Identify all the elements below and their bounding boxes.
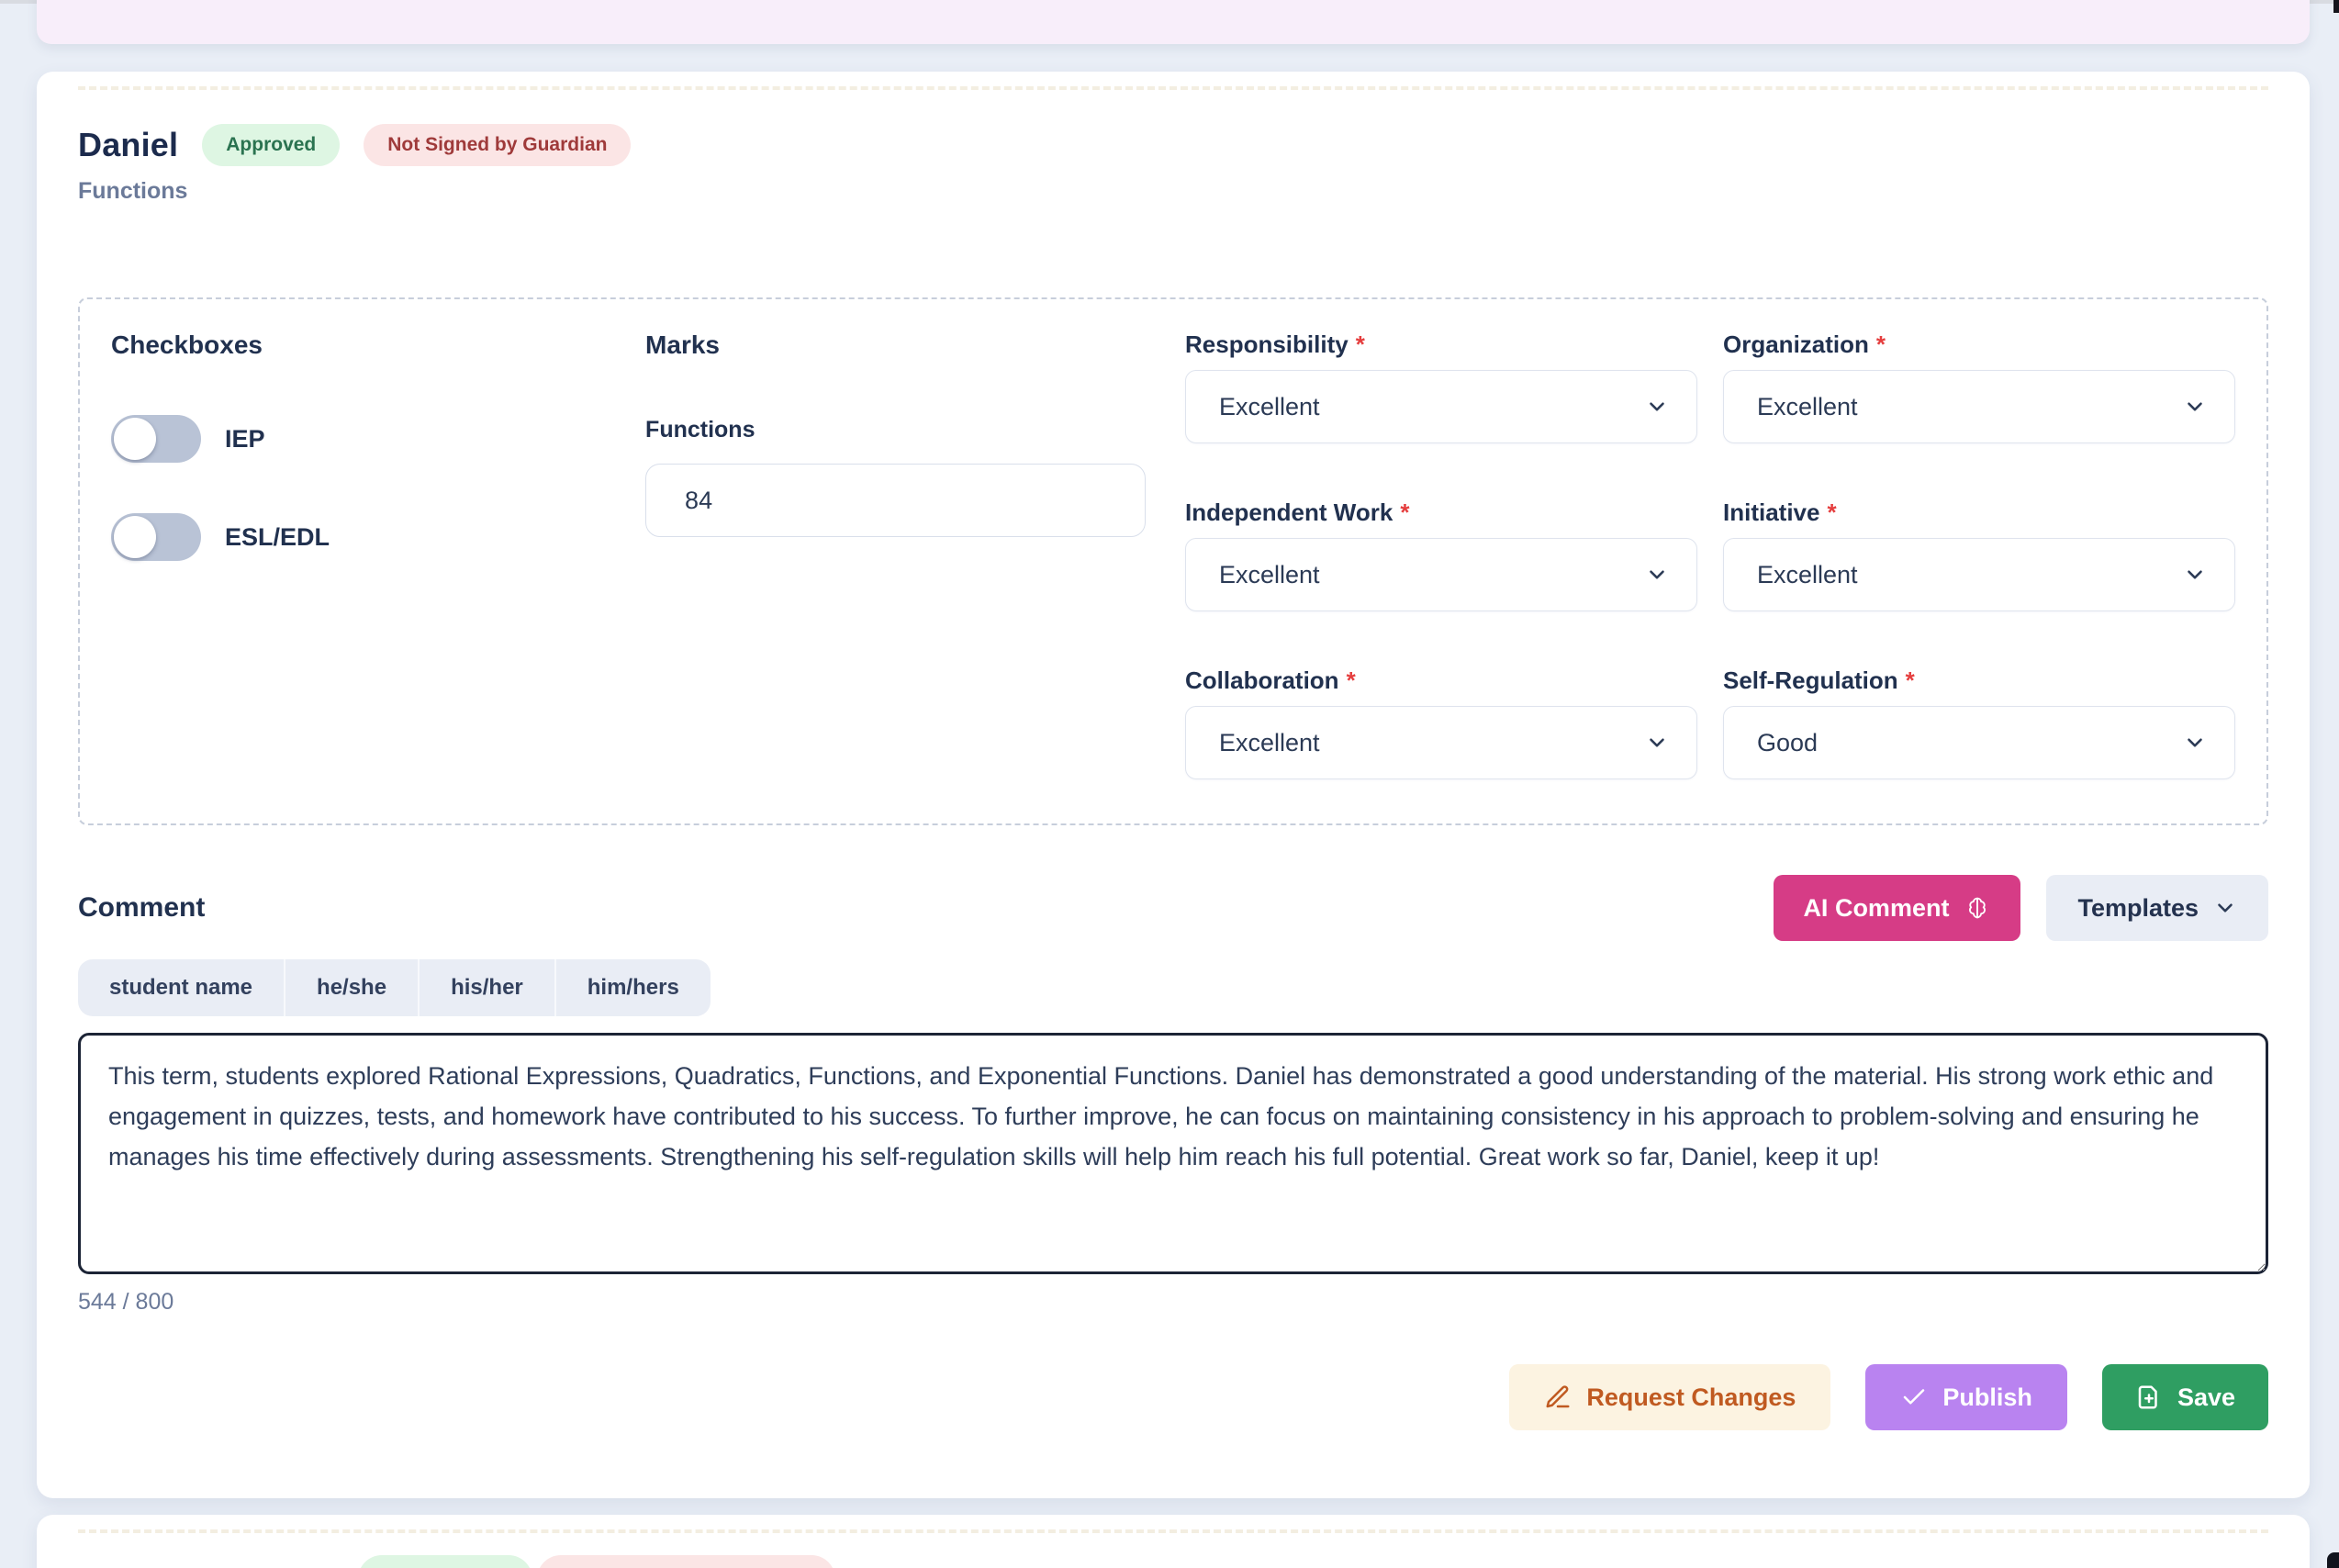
iep-toggle-row: IEP xyxy=(111,415,645,463)
brain-icon xyxy=(1964,894,1991,922)
chevron-down-icon xyxy=(1645,395,1669,419)
independent-work-select[interactable]: Excellent xyxy=(1185,538,1697,611)
iep-toggle-knob xyxy=(114,418,156,460)
mark-field-label: Functions xyxy=(645,417,1185,443)
esl-edl-toggle-knob xyxy=(114,516,156,558)
chevron-down-icon xyxy=(2183,395,2207,419)
rating-independent-work: Independent Work* Excellent xyxy=(1185,498,1697,611)
request-changes-button[interactable]: Request Changes xyxy=(1509,1364,1830,1430)
responsibility-select[interactable]: Excellent xyxy=(1185,370,1697,443)
collaboration-label: Collaboration xyxy=(1185,666,1339,694)
subject-subtitle: Functions xyxy=(78,178,2268,206)
initiative-label: Initiative xyxy=(1723,498,1819,526)
comment-toolbar: Comment AI Comment Templates xyxy=(78,875,2268,941)
previous-card-partial xyxy=(37,0,2310,44)
ai-comment-button-label: AI Comment xyxy=(1803,894,1949,923)
rating-self-regulation: Self-Regulation * Good xyxy=(1723,666,2235,779)
character-counter: 544 / 800 xyxy=(78,1289,2268,1315)
independent-work-label: Independent Work xyxy=(1185,498,1393,526)
self-regulation-select-value: Good xyxy=(1757,729,1818,757)
self-regulation-label: Self-Regulation xyxy=(1723,666,1898,694)
ratings-grid: Responsibility* Excellent Organization* … xyxy=(1185,330,2235,823)
required-asterisk: * xyxy=(1827,498,1836,526)
rating-responsibility: Responsibility* Excellent xyxy=(1185,330,1697,443)
pencil-icon xyxy=(1544,1383,1572,1411)
screen-corner-artifact xyxy=(2333,0,2339,13)
templates-button[interactable]: Templates xyxy=(2046,875,2268,941)
required-asterisk: * xyxy=(1876,330,1886,358)
templates-button-label: Templates xyxy=(2077,894,2199,923)
save-label: Save xyxy=(2177,1383,2235,1412)
rating-organization: Organization* Excellent xyxy=(1723,330,2235,443)
rating-initiative: Initiative * Excellent xyxy=(1723,498,2235,611)
screen-corner-artifact xyxy=(2327,1552,2339,1568)
chevron-down-icon xyxy=(2213,896,2237,920)
grades-fieldset: Checkboxes IEP ESL/EDL Marks Functions R… xyxy=(78,297,2268,825)
comment-buttons: AI Comment Templates xyxy=(1774,875,2268,941)
ai-comment-button[interactable]: AI Comment xyxy=(1774,875,2020,941)
collaboration-select[interactable]: Excellent xyxy=(1185,706,1697,779)
responsibility-select-value: Excellent xyxy=(1219,393,1320,421)
mark-input[interactable] xyxy=(645,464,1146,537)
student-report-card: Daniel Approved Not Signed by Guardian F… xyxy=(37,72,2310,1498)
card-top-divider xyxy=(78,86,2268,90)
organization-select-value: Excellent xyxy=(1757,393,1858,421)
rating-collaboration: Collaboration * Excellent xyxy=(1185,666,1697,779)
comment-textarea[interactable]: This term, students explored Rational Ex… xyxy=(78,1033,2268,1274)
chevron-down-icon xyxy=(1645,731,1669,755)
status-badge-guardian: Not Signed by Guardian xyxy=(364,124,631,166)
marks-heading: Marks xyxy=(645,330,1185,360)
publish-label: Publish xyxy=(1942,1383,2032,1412)
request-changes-label: Request Changes xyxy=(1586,1383,1796,1412)
next-student-card-partial xyxy=(37,1515,2310,1568)
independent-work-select-value: Excellent xyxy=(1219,561,1320,589)
card-top-divider xyxy=(78,1529,2268,1533)
iep-toggle[interactable] xyxy=(111,415,201,463)
checkboxes-column: Checkboxes IEP ESL/EDL xyxy=(111,330,645,823)
chevron-down-icon xyxy=(1645,563,1669,587)
file-plus-icon xyxy=(2135,1383,2163,1411)
student-header: Daniel Approved Not Signed by Guardian xyxy=(78,119,2268,171)
esl-toggle-row: ESL/EDL xyxy=(111,513,645,561)
chip-his-her[interactable]: his/her xyxy=(420,959,556,1016)
chevron-down-icon xyxy=(2183,563,2207,587)
checkboxes-heading: Checkboxes xyxy=(111,330,645,360)
actions-row: Request Changes Publish Save xyxy=(78,1364,2268,1430)
esl-edl-toggle[interactable] xyxy=(111,513,201,561)
marks-column: Marks Functions xyxy=(645,330,1185,823)
save-button[interactable]: Save xyxy=(2102,1364,2268,1430)
comment-heading: Comment xyxy=(78,892,205,924)
placeholder-chips: student name he/she his/her him/hers xyxy=(78,959,711,1016)
chip-student-name[interactable]: student name xyxy=(78,959,285,1016)
next-status-badge-approved xyxy=(358,1555,532,1568)
organization-label: Organization xyxy=(1723,330,1869,358)
check-icon xyxy=(1900,1383,1928,1411)
required-asterisk: * xyxy=(1347,666,1356,694)
chip-him-hers[interactable]: him/hers xyxy=(556,959,711,1016)
status-badge-approved: Approved xyxy=(202,124,340,166)
responsibility-label: Responsibility xyxy=(1185,330,1349,358)
iep-toggle-label: IEP xyxy=(225,425,265,454)
next-status-badge-guardian xyxy=(537,1555,835,1568)
initiative-select[interactable]: Excellent xyxy=(1723,538,2235,611)
required-asterisk: * xyxy=(1906,666,1915,694)
collaboration-select-value: Excellent xyxy=(1219,729,1320,757)
required-asterisk: * xyxy=(1356,330,1365,358)
chevron-down-icon xyxy=(2183,731,2207,755)
student-name: Daniel xyxy=(78,126,178,164)
publish-button[interactable]: Publish xyxy=(1865,1364,2067,1430)
required-asterisk: * xyxy=(1400,498,1409,526)
chip-he-she[interactable]: he/she xyxy=(285,959,420,1016)
initiative-select-value: Excellent xyxy=(1757,561,1858,589)
organization-select[interactable]: Excellent xyxy=(1723,370,2235,443)
esl-edl-toggle-label: ESL/EDL xyxy=(225,523,330,552)
self-regulation-select[interactable]: Good xyxy=(1723,706,2235,779)
